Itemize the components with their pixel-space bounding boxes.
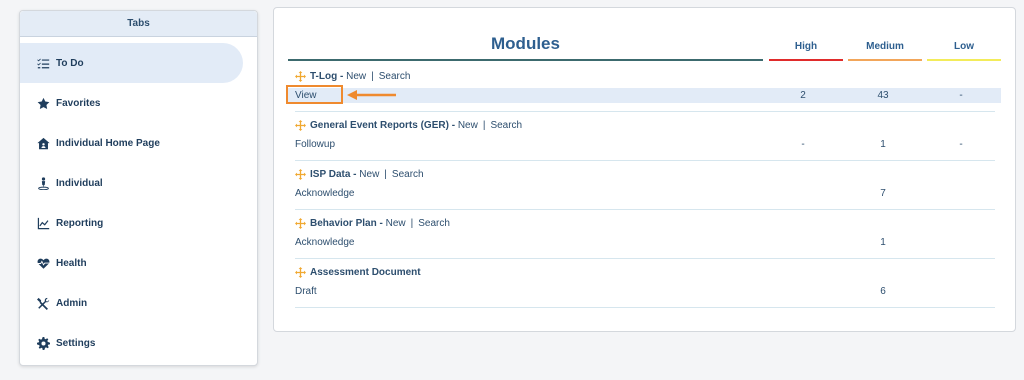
sidebar-item-reporting[interactable]: Reporting — [20, 203, 258, 243]
column-header-medium: Medium — [866, 41, 904, 52]
arrow-left-icon — [347, 90, 396, 100]
high-count: 2 — [800, 90, 806, 101]
medium-count: 6 — [880, 286, 886, 297]
table-row: Acknowledge 7 — [288, 186, 1001, 201]
todo-list-icon — [36, 56, 50, 70]
module-title: Behavior Plan - — [310, 218, 383, 229]
tools-icon — [36, 296, 50, 310]
move-icon[interactable] — [295, 169, 306, 180]
separator: | — [384, 169, 387, 180]
module-header-isp-data: ISP Data - New | Search — [295, 169, 424, 180]
high-count: - — [801, 139, 805, 150]
gear-icon — [36, 336, 50, 350]
module-header-ger: General Event Reports (GER) - New | Sear… — [295, 120, 522, 131]
move-icon[interactable] — [295, 120, 306, 131]
title-underline — [288, 59, 763, 61]
row-link-followup[interactable]: Followup — [295, 137, 335, 152]
table-row: Followup - 1 - — [288, 137, 1001, 152]
low-count: - — [959, 139, 963, 150]
row-divider — [295, 160, 995, 161]
module-title: ISP Data - — [310, 169, 357, 180]
tabs-sidebar: Tabs To Do Favorites Individual Home Pag… — [19, 10, 258, 366]
highlight-box — [286, 85, 343, 104]
medium-count: 1 — [880, 237, 886, 248]
low-count: - — [959, 90, 963, 101]
medium-count: 7 — [880, 188, 886, 199]
sidebar-item-label: Individual Home Page — [56, 137, 160, 149]
sidebar-item-label: To Do — [56, 57, 84, 69]
sidebar-item-label: Health — [56, 257, 87, 269]
module-header-assessment-document: Assessment Document — [295, 267, 421, 278]
sidebar-item-label: Favorites — [56, 97, 101, 109]
sidebar-header: Tabs — [20, 11, 257, 37]
row-link-draft[interactable]: Draft — [295, 284, 317, 299]
new-link[interactable]: New — [386, 218, 406, 229]
search-link[interactable]: Search — [379, 71, 411, 82]
sidebar-item-todo[interactable]: To Do — [20, 43, 243, 83]
medium-count: 43 — [877, 90, 889, 101]
sidebar-item-individual[interactable]: Individual — [20, 163, 258, 203]
row-divider — [295, 258, 995, 259]
sidebar-item-label: Settings — [56, 337, 96, 349]
sidebar-item-individual-home-page[interactable]: Individual Home Page — [20, 123, 258, 163]
module-title: T-Log - — [310, 71, 344, 82]
table-row: Acknowledge 1 — [288, 235, 1001, 250]
move-icon[interactable] — [295, 218, 306, 229]
separator: | — [482, 120, 486, 131]
move-icon[interactable] — [295, 267, 306, 278]
low-underline — [927, 59, 1001, 61]
move-icon[interactable] — [295, 71, 306, 82]
module-header-tlog: T-Log - New | Search — [295, 71, 410, 82]
separator: | — [371, 71, 374, 82]
new-link[interactable]: New — [359, 169, 379, 180]
sidebar-item-health[interactable]: Health — [20, 243, 258, 283]
table-row: Draft 6 — [288, 284, 1001, 299]
medium-underline — [848, 59, 922, 61]
search-link[interactable]: Search — [418, 218, 450, 229]
row-link-acknowledge[interactable]: Acknowledge — [295, 235, 354, 250]
search-link[interactable]: Search — [490, 120, 522, 131]
row-divider — [295, 111, 995, 112]
module-header-behavior-plan: Behavior Plan - New | Search — [295, 218, 450, 229]
column-header-high: High — [794, 41, 818, 52]
module-title: General Event Reports (GER) - — [310, 120, 456, 131]
search-link[interactable]: Search — [392, 169, 424, 180]
medium-count: 1 — [880, 139, 886, 150]
line-chart-icon — [36, 216, 50, 230]
row-divider — [295, 307, 995, 308]
sidebar-item-favorites[interactable]: Favorites — [20, 83, 258, 123]
heart-pulse-icon — [36, 256, 50, 270]
sidebar-item-label: Individual — [56, 177, 103, 189]
home-icon — [36, 136, 50, 150]
sidebar-item-label: Admin — [56, 297, 88, 309]
separator: | — [410, 218, 414, 229]
high-underline — [769, 59, 843, 61]
row-divider — [295, 209, 995, 210]
sidebar-item-settings[interactable]: Settings — [20, 323, 258, 363]
sidebar-item-admin[interactable]: Admin — [20, 283, 258, 323]
new-link[interactable]: New — [346, 71, 366, 82]
column-header-low: Low — [954, 41, 974, 52]
star-icon — [36, 96, 50, 110]
new-link[interactable]: New — [458, 120, 478, 131]
page-title: Modules — [491, 34, 560, 53]
row-link-acknowledge[interactable]: Acknowledge — [295, 186, 354, 201]
sidebar-item-label: Reporting — [56, 217, 104, 229]
person-icon — [36, 176, 50, 190]
module-title: Assessment Document — [310, 267, 421, 278]
